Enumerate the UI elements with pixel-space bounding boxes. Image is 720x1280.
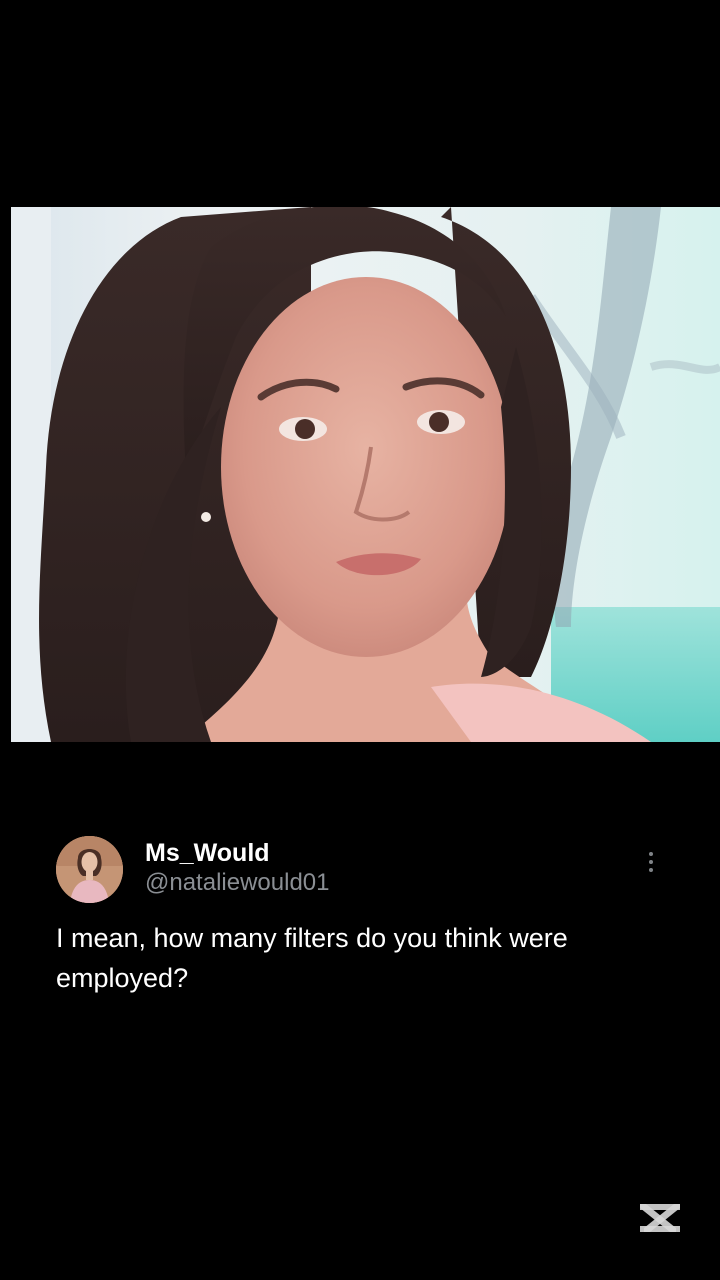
capcut-logo-icon bbox=[636, 1198, 684, 1238]
more-dot bbox=[649, 860, 653, 864]
more-dot bbox=[649, 852, 653, 856]
video-still-image bbox=[11, 207, 720, 742]
more-vertical-icon[interactable] bbox=[638, 848, 664, 876]
app-screen: Ms_Would @nataliewould01 I mean, how man… bbox=[0, 0, 720, 1280]
profile-avatar[interactable] bbox=[56, 836, 123, 903]
tweet-card[interactable]: Ms_Would @nataliewould01 I mean, how man… bbox=[0, 830, 720, 1030]
more-dot bbox=[649, 868, 653, 872]
user-handle[interactable]: @nataliewould01 bbox=[145, 868, 330, 898]
avatar-portrait-icon bbox=[56, 836, 123, 903]
post-text: I mean, how many filters do you think we… bbox=[56, 923, 568, 993]
video-player[interactable] bbox=[11, 207, 720, 742]
display-name[interactable]: Ms_Would bbox=[145, 838, 270, 868]
